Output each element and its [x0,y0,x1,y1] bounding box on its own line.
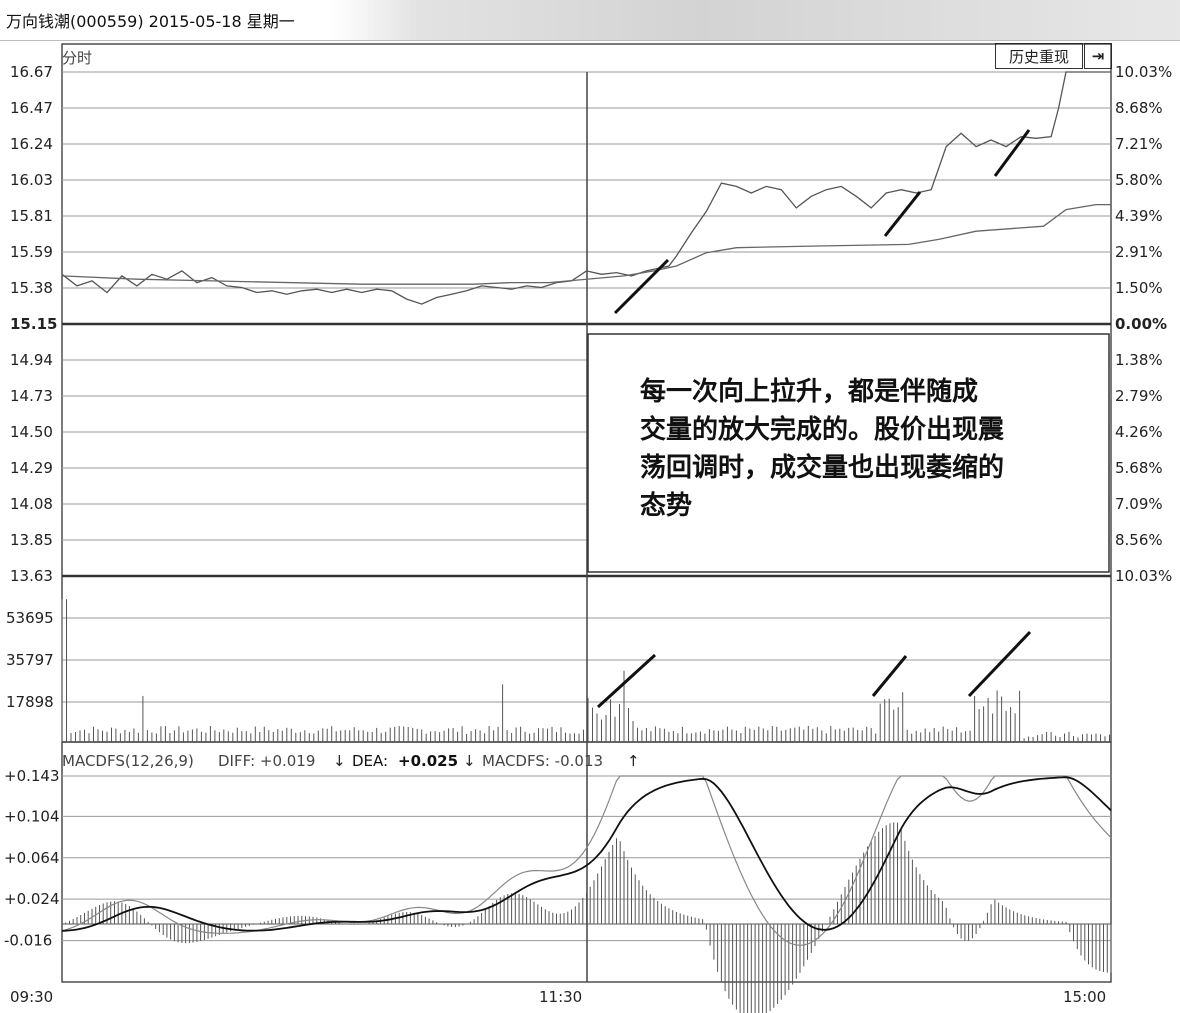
price-tick-label: 16.03 [10,171,53,189]
pct-tick-label: 0.00% [1115,315,1167,333]
pct-tick-label: 8.68% [1115,99,1163,117]
time-tick-label: 15:00 [1063,988,1106,1006]
price-tick-label: 13.63 [10,567,53,585]
price-tick-label: 15.59 [10,243,53,261]
annotation-slash [993,129,1031,177]
macd-tick-label: +0.064 [4,849,60,867]
macd-trend-arrow-icon: ↓ [333,752,346,770]
price-tick-label: 14.94 [10,351,53,369]
pct-tick-label: 5.80% [1115,171,1163,189]
macd-tick-label: +0.143 [4,767,60,785]
pct-tick-label: 4.26% [1115,423,1163,441]
volume-tick-label: 53695 [6,609,54,627]
time-tick-label: 11:30 [539,988,582,1006]
pct-tick-label: 2.91% [1115,243,1163,261]
price-tick-label: 14.73 [10,387,53,405]
macd-tick-label: +0.104 [4,807,60,825]
annotation-slash [613,258,670,315]
macd-dea-label: DEA: [352,752,388,770]
macd-tick-label: -0.016 [4,932,52,950]
price-tick-label: 14.29 [10,459,53,477]
time-tick-label: 09:30 [10,988,53,1006]
price-tick-label: 15.81 [10,207,53,225]
pct-tick-label: 1.50% [1115,279,1163,297]
panel-label: 分时 [62,49,92,67]
macdfs-label: MACDFS: -0.013 [482,752,603,770]
price-tick-label: 15.15 [10,315,57,333]
pct-tick-label: 4.39% [1115,207,1163,225]
annotation-slash [883,191,922,237]
pct-tick-label: 2.79% [1115,387,1163,405]
macd-label: MACDFS(12,26,9) [62,752,194,770]
price-tick-label: 15.38 [10,279,53,297]
pct-tick-label: 8.56% [1115,531,1163,549]
volume-tick-label: 17898 [6,693,54,711]
pct-tick-label: 10.03% [1115,567,1172,585]
macd-tick-label: +0.024 [4,890,60,908]
intraday-chart: 16.67 16.47 16.24 16.03 15.81 15.59 15.38 15.15… [4,43,1172,1013]
pct-tick-label: 7.09% [1115,495,1163,513]
annotation-slash [967,630,1032,698]
pct-tick-label: 1.38% [1115,351,1163,369]
macd-trend-arrow-icon: ↓ [463,752,476,770]
price-tick-label: 14.08 [10,495,53,513]
price-tick-label: 16.47 [10,99,53,117]
pct-tick-label: 10.03% [1115,63,1172,81]
pct-tick-label: 7.21% [1115,135,1163,153]
price-tick-label: 16.24 [10,135,53,153]
price-tick-label: 16.67 [10,63,53,81]
macd-dea-value: +0.025 [398,752,458,770]
annotation-slash [871,655,908,697]
macd-trend-arrow-icon: ↑ [627,752,640,770]
price-tick-label: 14.50 [10,423,53,441]
pct-tick-label: 5.68% [1115,459,1163,477]
volume-tick-label: 35797 [6,651,54,669]
annotation-slash [596,653,657,709]
price-tick-label: 13.85 [10,531,53,549]
macd-diff-label: DIFF: +0.019 [218,752,315,770]
